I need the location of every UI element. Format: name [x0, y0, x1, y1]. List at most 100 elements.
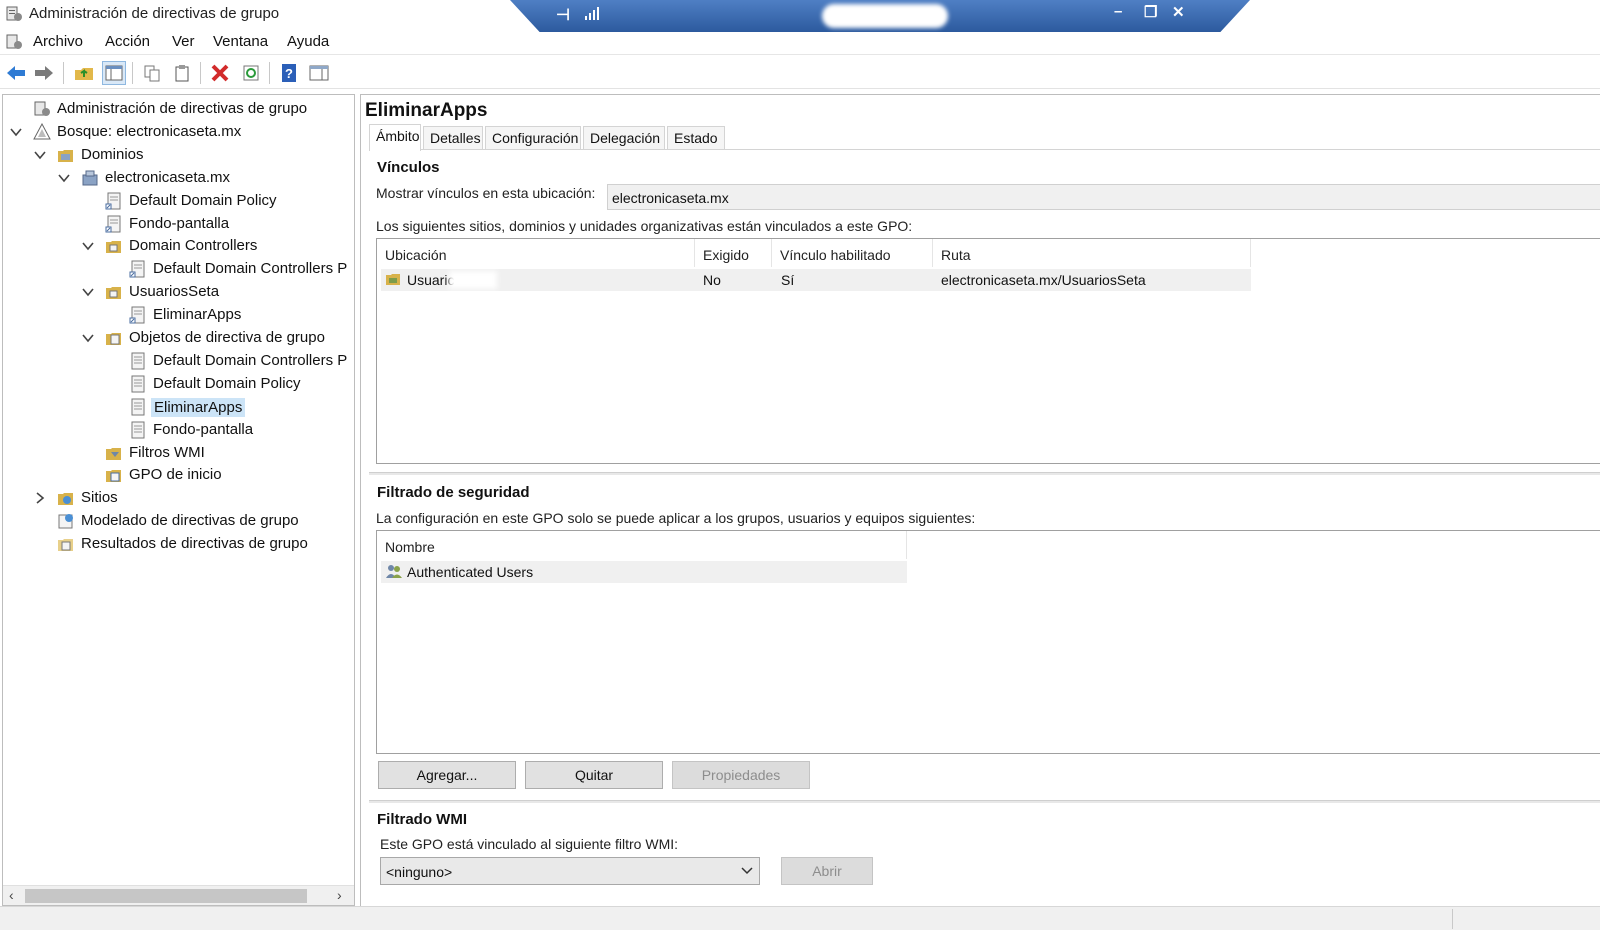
- pin-icon[interactable]: ⊣: [556, 5, 570, 25]
- tree-item[interactable]: Default Domain Policy: [3, 373, 354, 395]
- properties-pane-icon[interactable]: [307, 61, 331, 85]
- tree-item[interactable]: Sitios: [3, 487, 354, 509]
- gpo-link-icon: [129, 306, 145, 324]
- tree-item[interactable]: Modelado de directivas de grupo: [3, 510, 354, 532]
- results-icon: [58, 539, 73, 552]
- chevron-down-icon[interactable]: [81, 331, 95, 345]
- remote-desktop-bar[interactable]: ⊣ – ❐ ✕: [510, 0, 1250, 32]
- starter-gpo-icon: [106, 470, 121, 483]
- tree-item[interactable]: electronicaseta.mx: [3, 167, 354, 189]
- tree-item-label: Default Domain Controllers P: [153, 260, 348, 278]
- forward-arrow-icon[interactable]: [32, 61, 56, 85]
- scrollbar-thumb[interactable]: [25, 889, 307, 903]
- chevron-right-icon[interactable]: [33, 491, 47, 505]
- copy-icon[interactable]: [140, 61, 164, 85]
- tree-item-label: Default Domain Policy: [153, 374, 301, 392]
- gpmc-app-icon: [6, 6, 22, 21]
- refresh-icon[interactable]: [239, 61, 263, 85]
- show-hide-tree-icon[interactable]: [102, 61, 126, 85]
- delete-icon[interactable]: [208, 61, 232, 85]
- wmi-filtering-heading: Filtrado WMI: [377, 811, 467, 828]
- wmi-filter-select[interactable]: <ninguno>: [380, 857, 760, 885]
- tree-item[interactable]: EliminarApps: [3, 304, 354, 326]
- tree-item[interactable]: Fondo-pantalla: [3, 213, 354, 235]
- scroll-right-icon[interactable]: ›: [337, 887, 342, 903]
- wmi-filter-icon: [106, 447, 121, 460]
- security-filtering-description: La configuración en este GPO solo se pue…: [376, 510, 976, 526]
- sites-icon: [58, 493, 73, 506]
- tab-configuracion[interactable]: Configuración: [485, 126, 581, 151]
- menu-accion[interactable]: Acción: [105, 33, 150, 50]
- menu-ventana[interactable]: Ventana: [213, 33, 268, 50]
- chevron-down-icon[interactable]: [9, 125, 23, 139]
- security-filtering-list[interactable]: Nombre Authenticated Users: [376, 530, 1600, 754]
- chevron-down-icon[interactable]: [81, 285, 95, 299]
- scroll-left-icon[interactable]: ‹: [9, 887, 14, 903]
- tree-item[interactable]: Fondo-pantalla: [3, 419, 354, 441]
- chevron-down-icon[interactable]: [739, 862, 755, 878]
- up-folder-icon[interactable]: [72, 61, 96, 85]
- column-ruta[interactable]: Ruta: [933, 239, 1251, 267]
- menu-archivo[interactable]: Archivo: [33, 33, 83, 50]
- gpo-icon: [131, 398, 145, 416]
- table-row[interactable]: Authenticated Users: [381, 561, 907, 583]
- show-links-location-field[interactable]: electronicaseta.mx: [607, 184, 1600, 210]
- properties-button[interactable]: Propiedades: [672, 761, 810, 789]
- tree-item[interactable]: Dominios: [3, 144, 354, 166]
- scope-tab-content: Vínculos Mostrar vínculos en esta ubicac…: [369, 150, 1600, 907]
- restore-icon[interactable]: ❐: [1144, 3, 1157, 21]
- tree-item[interactable]: EliminarApps: [3, 396, 354, 418]
- tree-item-label: Default Domain Policy: [129, 191, 277, 209]
- console-tree[interactable]: Administración de directivas de grupo Bos…: [2, 94, 355, 906]
- system-menu-icon[interactable]: [5, 33, 23, 51]
- svg-text:?: ?: [285, 66, 293, 81]
- tree-item[interactable]: Default Domain Controllers P: [3, 258, 354, 280]
- tab-detalles[interactable]: Detalles: [423, 126, 483, 151]
- gpo-title: EliminarApps: [365, 100, 488, 121]
- back-arrow-icon[interactable]: [4, 61, 28, 85]
- close-icon[interactable]: ✕: [1172, 3, 1185, 21]
- security-principal-name: Authenticated Users: [407, 564, 534, 580]
- tab-delegacion[interactable]: Delegación: [583, 126, 665, 151]
- tree-item[interactable]: Default Domain Controllers P: [3, 350, 354, 372]
- tree-item[interactable]: Bosque: electronicaseta.mx: [3, 121, 354, 143]
- tree-item-label: Sitios: [81, 489, 118, 507]
- paste-icon[interactable]: [170, 61, 194, 85]
- horizontal-scrollbar[interactable]: ‹ ›: [3, 885, 354, 905]
- tree-item[interactable]: Domain Controllers: [3, 235, 354, 257]
- chevron-down-icon[interactable]: [33, 148, 47, 162]
- table-row[interactable]: Usuaric No Sí electronicaseta.mx/Usuario…: [381, 269, 1251, 291]
- menu-ayuda[interactable]: Ayuda: [287, 33, 329, 50]
- minimize-icon[interactable]: –: [1114, 3, 1122, 20]
- links-list[interactable]: Ubicación Exigido Vínculo habilitado Rut…: [376, 238, 1600, 464]
- forest-icon: [33, 122, 51, 140]
- tree-item-label: Fondo-pantalla: [129, 214, 230, 232]
- gpo-icon: [131, 352, 145, 370]
- tree-item[interactable]: Default Domain Policy: [3, 190, 354, 212]
- open-wmi-filter-button[interactable]: Abrir: [781, 857, 873, 885]
- tree-item-label: Fondo-pantalla: [153, 420, 254, 438]
- signal-strength-icon[interactable]: [584, 6, 600, 20]
- add-button[interactable]: Agregar...: [378, 761, 516, 789]
- tree-item[interactable]: Administración de directivas de grupo: [3, 98, 354, 120]
- gpo-link-icon: [105, 192, 121, 210]
- column-exigido[interactable]: Exigido: [695, 239, 772, 267]
- help-icon[interactable]: ?: [277, 61, 301, 85]
- remove-button[interactable]: Quitar: [525, 761, 663, 789]
- chevron-down-icon[interactable]: [57, 171, 71, 185]
- remote-host-name-redacted: [822, 4, 948, 28]
- status-bar: [0, 906, 1600, 930]
- menu-ver[interactable]: Ver: [172, 33, 195, 50]
- tree-item[interactable]: Filtros WMI: [3, 442, 354, 464]
- tab-estado[interactable]: Estado: [667, 126, 725, 151]
- chevron-down-icon[interactable]: [81, 239, 95, 253]
- tree-item-label: GPO de inicio: [129, 466, 222, 484]
- tab-ambito[interactable]: Ámbito: [369, 124, 421, 151]
- column-ubicacion[interactable]: Ubicación: [377, 239, 695, 267]
- column-vinculo-habilitado[interactable]: Vínculo habilitado: [772, 239, 933, 267]
- column-nombre[interactable]: Nombre: [377, 531, 907, 559]
- tree-item[interactable]: Objetos de directiva de grupo: [3, 327, 354, 349]
- tree-item[interactable]: Resultados de directivas de grupo: [3, 533, 354, 555]
- tree-item[interactable]: GPO de inicio: [3, 464, 354, 486]
- tree-item[interactable]: UsuariosSeta: [3, 281, 354, 303]
